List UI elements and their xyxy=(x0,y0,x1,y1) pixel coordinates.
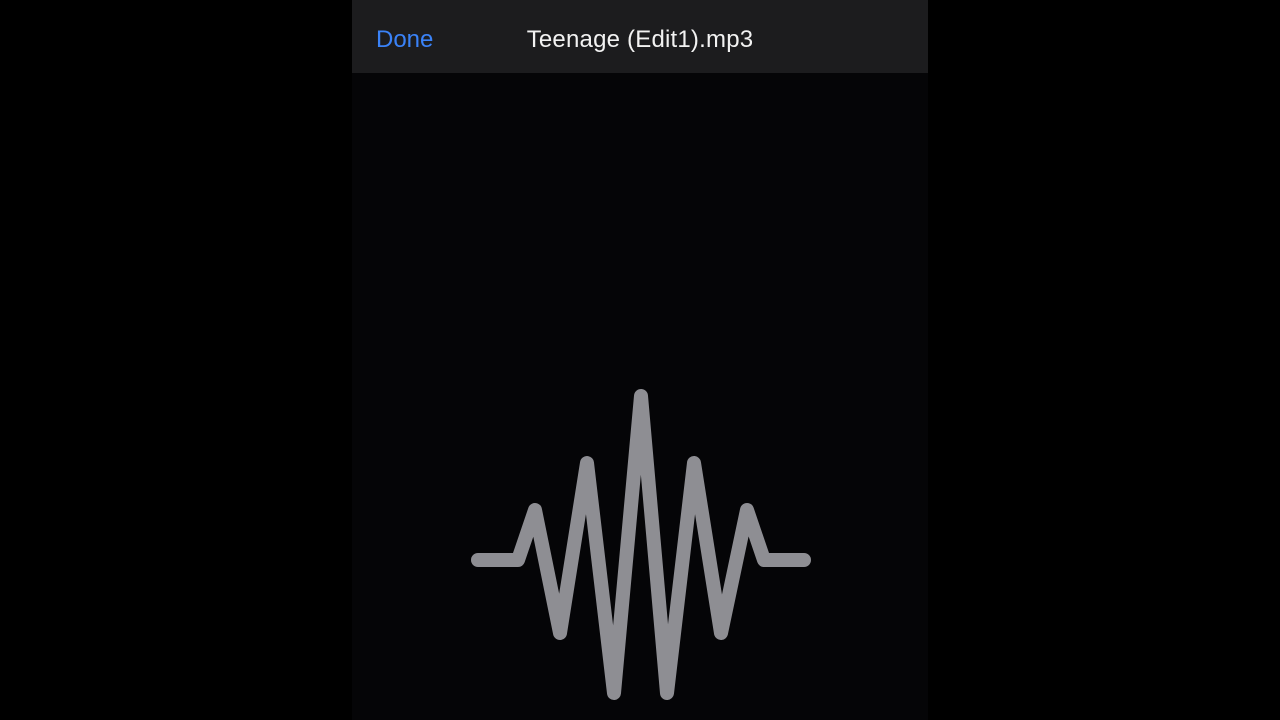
quick-look-viewer: Done Teenage (Edit1).mp3 xyxy=(352,0,928,720)
file-title: Teenage (Edit1).mp3 xyxy=(526,26,754,53)
screen: Done Teenage (Edit1).mp3 xyxy=(0,0,1280,720)
preview-area xyxy=(352,73,928,720)
audio-waveform-icon xyxy=(471,389,811,700)
navigation-bar: Done Teenage (Edit1).mp3 xyxy=(352,0,928,73)
waveform-line xyxy=(471,389,811,700)
